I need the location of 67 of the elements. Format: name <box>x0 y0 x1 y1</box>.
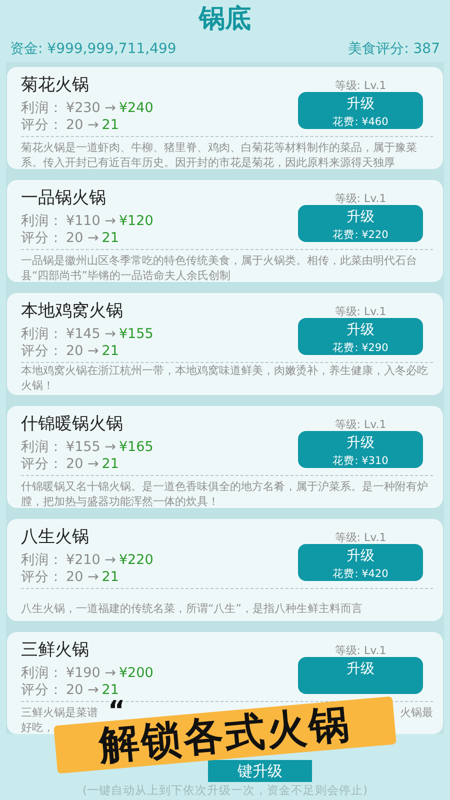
dish-name: 八生火锅 <box>21 526 90 549</box>
profit-next: ¥240 <box>118 100 154 116</box>
level-label: 等级: Lv.1 <box>334 643 386 657</box>
upgrade-button[interactable]: 升级 花费: ¥420 <box>298 544 423 581</box>
profit-label: 利润： <box>21 98 63 116</box>
upgrade-all-button[interactable]: 键升级 <box>208 760 312 782</box>
profit-current: ¥110 → <box>66 212 116 228</box>
score-current: 20 → <box>66 682 99 698</box>
dish-description: 菊花火锅是一道虾肉、牛柳、猪里脊、鸡肉、白菊花等材料制作的菜品，属于豫菜系。传入开封已有近百年历史。因开封的市花是菊花，因此原料来源得天独厚 <box>21 140 418 169</box>
score-current: 20 → <box>66 568 99 584</box>
profit-label: 利润： <box>21 324 63 342</box>
upgrade-button[interactable]: 升级 花费: ¥310 <box>298 431 423 468</box>
profit-next: ¥165 <box>118 438 154 454</box>
score-next: 21 <box>102 342 119 358</box>
profit-next: ¥220 <box>118 552 154 568</box>
score-label: 评分： <box>21 680 63 698</box>
dish-name: 什锦暖锅火锅 <box>21 413 124 436</box>
profit-label: 利润： <box>21 664 63 682</box>
description-fragment: 好吃， <box>21 720 54 734</box>
level-label: 等级: Lv.1 <box>334 530 386 544</box>
quote-mark: “ <box>108 700 126 720</box>
score-next: 21 <box>102 682 119 698</box>
level-label: 等级: Lv.1 <box>334 304 386 318</box>
upgrade-button[interactable]: 升级 <box>298 657 423 694</box>
profit-next: ¥120 <box>118 212 154 228</box>
score-label: 评分： <box>21 228 63 246</box>
score-label: 评分： <box>21 568 63 586</box>
score-current: 20 → <box>66 230 99 246</box>
dish-description: 本地鸡窝火锅在浙江杭州一带，本地鸡窝味道鲜美，肉嫩烫补，养生健康，入冬必吃火锅！ <box>21 363 429 393</box>
score-label: 评分： <box>21 342 63 360</box>
dish-name: 菊花火锅 <box>21 74 90 97</box>
level-label: 等级: Lv.1 <box>334 417 386 431</box>
score-current: 20 → <box>66 342 99 358</box>
score-label: 评分： <box>21 116 63 134</box>
funds-label: 资金: ¥999,999,711,499 <box>10 40 176 58</box>
description-fragment: 三鲜火锅是菜谱 <box>21 705 98 720</box>
score-label: 评分： <box>21 454 63 472</box>
dish-name: 三鲜火锅 <box>21 639 90 662</box>
profit-current: ¥145 → <box>66 326 116 342</box>
level-label: 等级: Lv.1 <box>334 78 386 92</box>
score-next: 21 <box>102 116 119 132</box>
dish-name: 本地鸡窝火锅 <box>21 300 124 323</box>
food-rating-label: 美食评分: 387 <box>348 40 440 58</box>
dish-description: 什锦暖锅又名十锦火锅。是一道色香味俱全的地方名肴，属于沪菜系。是一种附有炉膛，把加热与盛器功能浑然一体的炊具！ <box>21 479 429 508</box>
page-title: 锅底 <box>197 3 252 36</box>
upgrade-button[interactable]: 升级 花费: ¥220 <box>298 205 423 242</box>
profit-label: 利润： <box>21 550 63 568</box>
profit-label: 利润： <box>21 438 63 456</box>
profit-next: ¥155 <box>118 326 154 342</box>
profit-current: ¥230 → <box>66 100 116 116</box>
description-fragment: 火锅最 <box>400 705 433 720</box>
dish-description: 一品锅是徽州山区冬季常吃的特色传统美食，属于火锅类。相传，此菜由明代石台县“四部尚书”毕锵的一品诰命夫人余氏创制 <box>21 253 418 282</box>
profit-current: ¥155 → <box>66 438 116 454</box>
score-current: 20 → <box>66 456 99 472</box>
level-label: 等级: Lv.1 <box>334 191 386 205</box>
dish-name: 一品锅火锅 <box>21 187 107 210</box>
profit-label: 利润： <box>21 212 63 230</box>
score-next: 21 <box>102 568 119 584</box>
profit-current: ¥210 → <box>66 552 116 568</box>
upgrade-button[interactable]: 升级 花费: ¥460 <box>298 92 423 129</box>
score-next: 21 <box>102 456 119 472</box>
score-next: 21 <box>102 230 119 246</box>
dish-description: 八生火锅，一道福建的传统名菜，所谓“八生”，是指八种生鲜主料而言 <box>21 601 362 616</box>
upgrade-button[interactable]: 升级 花费: ¥290 <box>298 318 423 355</box>
profit-current: ¥190 → <box>66 664 116 680</box>
profit-next: ¥200 <box>118 664 154 680</box>
score-current: 20 → <box>66 116 99 132</box>
